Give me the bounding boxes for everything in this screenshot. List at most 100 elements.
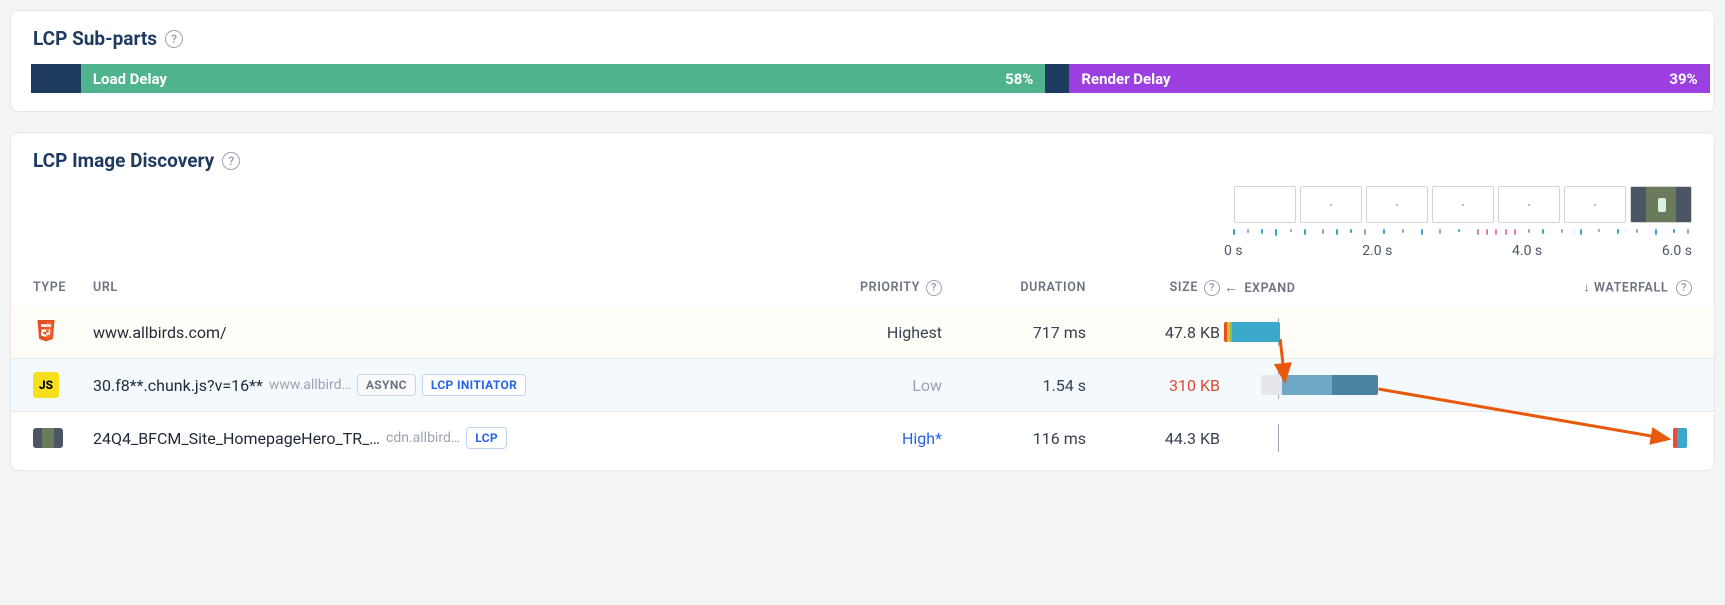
help-icon[interactable]: ?	[1204, 280, 1220, 296]
filmstrip-frame[interactable]	[1234, 186, 1296, 223]
arrow-left-icon: ←	[1224, 280, 1239, 296]
url-main[interactable]: 24Q4_BFCM_Site_HomepageHero_TR_…	[93, 429, 380, 448]
help-icon[interactable]: ?	[926, 280, 942, 296]
timeline-tick	[1505, 229, 1507, 235]
filmstrip-frame[interactable]	[1432, 186, 1494, 223]
col-duration[interactable]: DURATION	[946, 280, 1086, 295]
lcp-discovery-title: LCP Image Discovery	[33, 149, 214, 172]
expand-control[interactable]: ← EXPAND	[1224, 279, 1295, 296]
lcp-subparts-card: LCP Sub-parts ? Load Delay58% Render Dela…	[10, 10, 1715, 112]
url-cell: www.allbirds.com/	[93, 323, 798, 342]
timeline-tick	[1542, 229, 1544, 234]
table-row[interactable]: JS 30.f8**.chunk.js?v=16** www.allbird… ASY…	[11, 358, 1714, 412]
timeline-tick	[1514, 229, 1516, 235]
size-cell: 44.3 KB	[1090, 429, 1220, 448]
timeline-marker	[1278, 424, 1279, 452]
timeline-tick	[1322, 229, 1324, 234]
url-main[interactable]: 30.f8**.chunk.js?v=16**	[93, 376, 263, 395]
duration-cell: 717 ms	[946, 323, 1086, 342]
js-icon: JS	[33, 372, 59, 398]
table-row[interactable]: 24Q4_BFCM_Site_HomepageHero_TR_… cdn.allb…	[33, 412, 1692, 464]
filmstrip-frame[interactable]	[1498, 186, 1560, 223]
url-cell: 24Q4_BFCM_Site_HomepageHero_TR_… cdn.allb…	[93, 427, 798, 449]
timeline-tick	[1247, 229, 1249, 233]
col-waterfall: ← EXPAND ↓ WATERFALL ?	[1224, 279, 1692, 296]
badge: LCP	[466, 427, 507, 449]
duration-cell: 1.54 s	[946, 376, 1086, 395]
waterfall-cell	[1224, 424, 1692, 452]
duration-cell: 116 ms	[946, 429, 1086, 448]
axis-label: 6.0 s	[1662, 243, 1692, 259]
timeline-tick	[1233, 229, 1235, 235]
url-sub: www.allbird…	[269, 377, 351, 393]
lcp-discovery-header: LCP Image Discovery ?	[11, 133, 1714, 186]
filmstrip-frame[interactable]	[1300, 186, 1362, 223]
axis-label: 4.0 s	[1512, 243, 1542, 259]
col-priority[interactable]: PRIORITY ?	[802, 280, 942, 296]
timeline-tick	[1383, 229, 1385, 234]
url-main[interactable]: www.allbirds.com/	[93, 323, 227, 342]
waterfall-bar[interactable]	[1261, 375, 1378, 395]
filmstrip-frame[interactable]	[1564, 186, 1626, 223]
waterfall-cell	[1224, 318, 1692, 346]
help-icon[interactable]: ?	[222, 152, 240, 170]
waterfall-sort[interactable]: ↓ WATERFALL ?	[1583, 280, 1692, 296]
timeline-tick	[1673, 229, 1675, 233]
timeline-tick	[1402, 229, 1404, 233]
timeline-tick	[1687, 229, 1689, 234]
subparts-segment[interactable]: Load Delay58%	[81, 64, 1046, 93]
timeline-axis-labels: 0 s 2.0 s 4.0 s 6.0 s	[1224, 239, 1692, 269]
segment-label: Load Delay	[93, 70, 167, 88]
segment-value: 39%	[1669, 70, 1697, 88]
timeline-tick	[1439, 229, 1441, 234]
waterfall-bar[interactable]	[1673, 428, 1687, 448]
lcp-subparts-title: LCP Sub-parts	[33, 27, 157, 50]
timeline-tick	[1636, 229, 1638, 233]
subparts-segment[interactable]: Render Delay 39%	[1069, 64, 1709, 93]
timeline-tick	[1495, 229, 1497, 235]
timeline-tick	[1655, 229, 1657, 235]
col-size[interactable]: SIZE ?	[1090, 280, 1220, 296]
help-icon[interactable]: ?	[1676, 280, 1692, 296]
waterfall-bar[interactable]	[1224, 322, 1280, 342]
lcp-discovery-body: 0 s 2.0 s 4.0 s 6.0 s TYPE URL PRIORITY …	[11, 186, 1714, 470]
lcp-discovery-card: LCP Image Discovery ? 0 s 2.0	[10, 132, 1715, 471]
badge: LCP INITIATOR	[422, 374, 526, 396]
size-cell: 310 KB	[1090, 376, 1220, 395]
filmstrip-frame[interactable]	[1630, 186, 1692, 223]
subparts-segment[interactable]	[31, 64, 81, 93]
timeline-tick	[1528, 229, 1530, 233]
timeline-tick	[1290, 229, 1292, 232]
col-type: TYPE	[33, 280, 89, 295]
lcp-subparts-header: LCP Sub-parts ?	[11, 11, 1714, 64]
priority-cell: Low	[802, 376, 942, 395]
html5-icon	[33, 319, 59, 345]
priority-cell: Highest	[802, 323, 942, 342]
waterfall-cell	[1224, 371, 1692, 399]
timeline-tick	[1364, 229, 1366, 235]
segment-label: Render Delay	[1081, 70, 1170, 88]
timeline-tick	[1617, 229, 1619, 234]
timeline-tick	[1304, 229, 1306, 235]
timeline-tick	[1561, 229, 1563, 233]
axis-label: 0 s	[1224, 243, 1243, 259]
timeline-tick	[1275, 229, 1277, 236]
timeline-tick	[1336, 229, 1338, 235]
badge: ASYNC	[357, 374, 416, 396]
subparts-segment[interactable]	[1045, 64, 1069, 93]
timeline-tick	[1477, 229, 1479, 235]
url-sub: cdn.allbird…	[386, 430, 460, 446]
timeline-area: 0 s 2.0 s 4.0 s 6.0 s	[1224, 186, 1692, 269]
timeline-tick	[1458, 229, 1460, 232]
filmstrip-frame[interactable]	[1366, 186, 1428, 223]
table-rows: www.allbirds.com/Highest717 ms47.8 KB JS 3…	[33, 306, 1692, 464]
axis-label: 2.0 s	[1362, 243, 1392, 259]
arrow-down-icon: ↓	[1583, 280, 1590, 295]
help-icon[interactable]: ?	[165, 30, 183, 48]
timeline-ticks	[1224, 227, 1692, 237]
priority-cell: High*	[802, 429, 942, 448]
table-row[interactable]: www.allbirds.com/Highest717 ms47.8 KB	[11, 306, 1714, 358]
image-icon	[33, 428, 63, 448]
size-cell: 47.8 KB	[1090, 323, 1220, 342]
table-header: TYPE URL PRIORITY ? DURATION SIZE ? ← EX…	[33, 269, 1692, 306]
